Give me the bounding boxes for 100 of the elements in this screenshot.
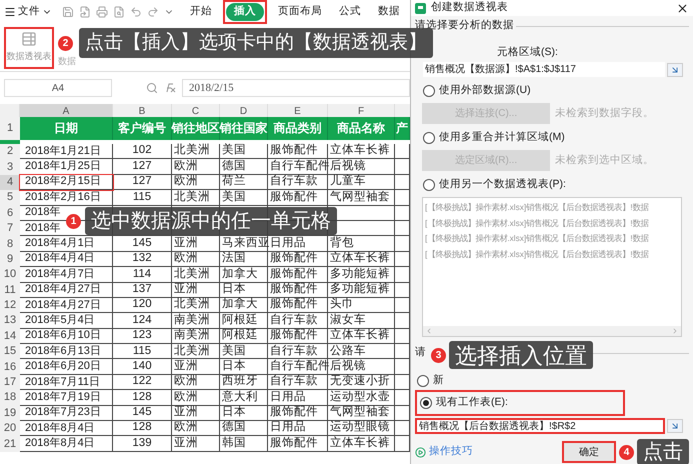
formula-field[interactable]: 2018/2/15	[182, 79, 410, 97]
table-cell: 2018年4月27日	[20, 298, 113, 314]
table-cell: 2018年8月4日	[20, 436, 113, 452]
header-cell: 日期	[20, 117, 113, 140]
range-picker-button[interactable]	[667, 419, 683, 433]
step-badge: 2	[58, 36, 73, 50]
table-cell: 多功能短裤	[328, 282, 395, 298]
hint-text: 未检索到数据字段。	[555, 106, 654, 121]
callout-label: 选中数据源中的任一单元格	[85, 207, 337, 235]
ribbon-tab[interactable]: 数据	[375, 4, 403, 20]
table-cell: 服饰配件	[268, 328, 328, 344]
table-cell: 自行车款	[268, 344, 328, 360]
row-number[interactable]: 14	[0, 328, 20, 344]
table-cell: 123	[113, 328, 172, 344]
location-field[interactable]: 销售概况【后台数据透视表】!$R$2	[415, 418, 665, 434]
table-cell: 日本	[220, 359, 268, 375]
row-number[interactable]: 13	[0, 313, 20, 329]
ribbon-tab[interactable]: 页面布局	[275, 4, 325, 20]
table-cell: 127	[113, 159, 172, 175]
table-cell: 头巾	[328, 298, 395, 314]
row-number[interactable]: 3	[0, 159, 20, 175]
play-icon	[415, 446, 426, 458]
table-cell: 服饰配件	[268, 267, 328, 283]
header-cell: 商品名称	[328, 117, 395, 140]
ribbon-tab[interactable]: 公式	[336, 4, 364, 20]
table-cell: 124	[113, 313, 172, 329]
table-cell: 南美洲	[172, 313, 220, 329]
table-cell: 2018年4月1日	[20, 236, 113, 252]
table-cell: 德国	[220, 421, 268, 436]
ok-button[interactable]: 确定	[562, 441, 616, 463]
table-cell: 多功能短裤	[328, 267, 395, 283]
row-number[interactable]: 11	[0, 282, 20, 298]
table-cell: 亚洲	[172, 406, 220, 422]
radio-button[interactable]	[423, 132, 435, 144]
table-cell: 后视镜	[328, 159, 395, 175]
ribbon-tab[interactable]: 插入	[226, 3, 264, 21]
row-number[interactable]: 19	[0, 406, 20, 422]
row-number[interactable]: 10	[0, 267, 20, 283]
name-box[interactable]: A4	[4, 79, 112, 97]
tips-link[interactable]: 操作技巧	[429, 444, 473, 460]
row-number[interactable]: 15	[0, 344, 20, 360]
step-badge: 3	[431, 348, 446, 363]
table-cell: 背包	[328, 236, 395, 252]
radio-button[interactable]	[420, 397, 432, 410]
close-icon[interactable]	[676, 2, 689, 15]
table-cell: 服饰配件	[268, 252, 328, 268]
table-cell: 亚洲	[172, 282, 220, 298]
table-cell: 荷兰	[220, 174, 268, 190]
table-cell: 120	[113, 298, 172, 314]
table-cell: 南美洲	[172, 328, 220, 344]
table-cell: 加拿大	[220, 298, 268, 314]
table-cell: 2018年5月4日	[20, 313, 113, 329]
table-cell: 立体车长裤	[328, 436, 395, 452]
table-cell: 北美洲	[172, 144, 220, 160]
row-number[interactable]: 7	[0, 220, 20, 236]
range-field[interactable]: 销售概况【数据源】!$A$1:$J$117	[423, 62, 665, 78]
table-cell: 亚洲	[172, 359, 220, 375]
table-cell: 2018年2月16日	[20, 190, 113, 206]
table-cell: 后视镜	[328, 359, 395, 375]
callout-label: 选择插入位置	[449, 341, 593, 370]
radio-button[interactable]	[417, 375, 429, 388]
radio-button[interactable]	[423, 179, 435, 192]
table-cell: 服饰配件	[268, 282, 328, 298]
row-number[interactable]: 8	[0, 236, 20, 252]
zoom-icon	[146, 82, 158, 94]
horizontal-scrollbar[interactable]	[423, 326, 681, 336]
table-cell: 北美洲	[172, 190, 220, 206]
table-cell: 阿根廷	[220, 313, 268, 329]
table-cell: 自行车款	[268, 374, 328, 390]
table-cell: 132	[113, 252, 172, 268]
table-cell: 亚洲	[172, 236, 220, 252]
file-menu[interactable]: 文件	[4, 4, 52, 20]
row-number[interactable]: 6	[0, 206, 20, 221]
radio-button[interactable]	[423, 85, 435, 98]
app-icon	[415, 2, 426, 14]
table-cell: 意大利	[220, 390, 268, 406]
range-picker-button[interactable]	[667, 62, 683, 77]
table-cell: 日用品	[268, 421, 328, 436]
row-number[interactable]: 12	[0, 298, 20, 314]
row-number[interactable]: 16	[0, 359, 20, 375]
table-cell: 运动型水壶	[328, 390, 395, 406]
table-cell: 2018年1月21日	[20, 144, 113, 160]
table-cell: 日用品	[268, 236, 328, 252]
table-cell: 127	[113, 174, 172, 190]
row-number[interactable]: 2	[0, 144, 20, 160]
row-number[interactable]: 9	[0, 252, 20, 268]
row-number[interactable]: 1	[0, 117, 20, 140]
header-cell: 客户编号	[113, 117, 172, 140]
table-cell: 运动型眼镜	[328, 421, 395, 436]
table-cell: 美国	[220, 144, 268, 160]
row-number[interactable]: 21	[0, 436, 20, 452]
table-cell: 服饰配件	[268, 436, 328, 452]
arrow-icon	[670, 421, 680, 431]
row-number[interactable]: 5	[0, 190, 20, 206]
row-number[interactable]: 17	[0, 374, 20, 390]
ribbon-tab[interactable]: 开始	[187, 4, 215, 20]
row-number[interactable]: 18	[0, 390, 20, 406]
table-cell: 服饰配件	[268, 190, 328, 206]
row-number[interactable]: 20	[0, 421, 20, 436]
header-cell: 销往地区	[172, 117, 220, 140]
